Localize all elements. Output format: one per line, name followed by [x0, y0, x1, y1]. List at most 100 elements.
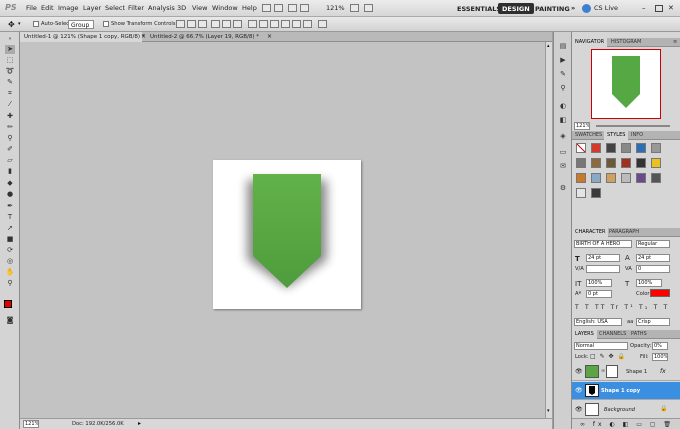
style-swatch[interactable] — [606, 143, 616, 153]
tab-character[interactable]: CHARACTER — [572, 228, 609, 237]
vertical-scale-field[interactable]: 100% — [586, 279, 612, 287]
auto-select-dropdown[interactable]: Group — [68, 20, 94, 29]
close-tab-2-icon[interactable]: × — [267, 33, 272, 40]
visibility-eye-icon[interactable]: 👁 — [575, 368, 583, 375]
menu-file[interactable]: File — [26, 4, 37, 12]
tab-untitled-1[interactable]: Untitled-1 @ 121% (Shape 1 copy, RGB/8) … — [20, 32, 145, 42]
antialias-dropdown[interactable]: Crisp — [636, 318, 670, 326]
menu-analysis[interactable]: Analysis — [148, 4, 175, 12]
blend-mode-dropdown[interactable]: Normal — [574, 342, 628, 350]
hand-tool-icon[interactable]: ✋ — [5, 268, 15, 277]
panel-menu-icon[interactable]: ≡ — [670, 38, 680, 47]
tool-preset-dropdown-icon[interactable]: ▾ — [18, 21, 21, 27]
font-size-field[interactable]: 24 pt — [586, 254, 620, 262]
menu-image[interactable]: Image — [58, 4, 78, 12]
distribute-hcenter-icon[interactable] — [292, 20, 301, 28]
view-extras-icon[interactable] — [288, 4, 297, 12]
history-brush-tool-icon[interactable]: ✐ — [5, 145, 15, 154]
tab-histogram[interactable]: HISTOGRAM — [608, 38, 644, 47]
font-family-dropdown[interactable]: BIRTH OF A HERO — [574, 240, 632, 248]
screen-mode-icon[interactable] — [364, 4, 373, 12]
menu-window[interactable]: Window — [212, 4, 238, 12]
gradient-tool-icon[interactable]: ▮ — [5, 167, 15, 176]
layer-row-selected[interactable]: 👁 Shape 1 copy — [572, 382, 680, 400]
menu-select[interactable]: Select — [105, 4, 125, 12]
style-swatch[interactable] — [606, 158, 616, 168]
style-swatch[interactable] — [576, 158, 586, 168]
move-tool-icon[interactable]: ✥ — [8, 20, 15, 29]
kerning-field[interactable] — [586, 265, 620, 273]
menu-edit[interactable]: Edit — [41, 4, 54, 12]
lasso-tool-icon[interactable]: ➰ — [5, 67, 15, 76]
fill-field[interactable]: 100% — [652, 353, 668, 361]
eyedropper-tool-icon[interactable]: ⁄ — [5, 100, 15, 109]
move-tool-icon[interactable]: ➤ — [5, 45, 15, 54]
layer-action-icons[interactable]: ∞ fx ◐ ◧ ▭ ▢ 🗑 — [580, 421, 674, 428]
launch-bridge-icon[interactable] — [262, 4, 271, 12]
navigator-zoom-field[interactable]: 121% — [574, 122, 590, 130]
language-dropdown[interactable]: English: USA — [574, 318, 622, 326]
style-swatch[interactable] — [651, 173, 661, 183]
tracking-field[interactable]: 0 — [636, 265, 670, 273]
tab-styles[interactable]: STYLES — [604, 131, 629, 140]
animation-panel-icon[interactable]: ▭ — [558, 148, 568, 157]
collapse-tools-icon[interactable]: « — [5, 35, 15, 44]
style-swatch[interactable] — [591, 188, 601, 198]
style-swatch[interactable] — [636, 143, 646, 153]
more-workspaces-icon[interactable]: » — [571, 4, 575, 12]
workspace-painting[interactable]: PAINTING — [531, 3, 574, 14]
visibility-eye-icon[interactable]: 👁 — [575, 406, 583, 413]
launch-mini-bridge-icon[interactable] — [274, 4, 283, 12]
brush-tool-icon[interactable]: ✏ — [5, 123, 15, 132]
zoom-tool-icon[interactable]: ⚲ — [5, 279, 15, 288]
zoom-level-menu[interactable]: 121% — [326, 4, 345, 12]
3d-orbit-tool-icon[interactable]: ◎ — [5, 257, 15, 266]
style-swatch[interactable] — [621, 173, 631, 183]
3d-panel-icon[interactable]: ◈ — [558, 132, 568, 141]
hand-tool-icon[interactable] — [300, 4, 309, 12]
clone-source-panel-icon[interactable]: ⚲ — [558, 84, 568, 93]
tab-paths[interactable]: PATHS — [628, 330, 650, 339]
style-swatch[interactable] — [591, 143, 601, 153]
navigator-preview[interactable] — [591, 49, 661, 119]
align-bottom-icon[interactable] — [198, 20, 207, 28]
opacity-field[interactable]: 0% — [652, 342, 668, 350]
ribbon-shape[interactable] — [213, 160, 361, 309]
auto-align-layers-icon[interactable] — [318, 20, 327, 28]
font-style-dropdown[interactable]: Regular — [636, 240, 670, 248]
style-swatch[interactable] — [636, 158, 646, 168]
actions-panel-icon[interactable]: ▶ — [558, 56, 568, 65]
adjustments-panel-icon[interactable]: ◐ — [558, 102, 568, 111]
lock-icons[interactable]: □ ✎ ✥ 🔒 — [590, 353, 626, 360]
eraser-tool-icon[interactable]: ▱ — [5, 156, 15, 165]
layer-row[interactable]: 👁 Background 🔒 — [572, 401, 680, 419]
align-top-icon[interactable] — [176, 20, 185, 28]
align-vcenter-icon[interactable] — [187, 20, 196, 28]
baseline-shift-field[interactable]: 0 pt — [586, 290, 612, 298]
tab-navigator[interactable]: NAVIGATOR — [572, 38, 608, 47]
pen-tool-icon[interactable]: ✒ — [5, 202, 15, 211]
menu-view[interactable]: View — [192, 4, 207, 12]
scroll-up-icon[interactable]: ▴ — [547, 43, 550, 49]
marquee-tool-icon[interactable]: ⬚ — [5, 56, 15, 65]
cs-live-button[interactable]: CS Live — [594, 4, 618, 12]
tool-presets-panel-icon[interactable]: ⚙ — [558, 184, 568, 193]
menu-layer[interactable]: Layer — [83, 4, 101, 12]
arrange-documents-icon[interactable] — [350, 4, 359, 12]
status-menu-icon[interactable]: ▸ — [138, 420, 141, 427]
fx-icon[interactable]: fx — [660, 368, 666, 375]
text-color-swatch[interactable] — [650, 289, 670, 297]
type-style-buttons[interactable]: T T TT Tr T¹ T₁ T T — [575, 304, 669, 311]
align-right-icon[interactable] — [233, 20, 242, 28]
tab-untitled-2[interactable]: Untitled-2 @ 66.7% (Layer 19, RGB/8) * — [146, 32, 270, 42]
align-hcenter-icon[interactable] — [222, 20, 231, 28]
foreground-color-swatch[interactable] — [4, 300, 12, 308]
tab-paragraph[interactable]: PARAGRAPH — [606, 228, 642, 237]
tab-layers[interactable]: LAYERS — [572, 330, 597, 339]
horizontal-scale-field[interactable]: 100% — [636, 279, 662, 287]
brushes-panel-icon[interactable]: ✎ — [558, 70, 568, 79]
align-left-icon[interactable] — [211, 20, 220, 28]
status-zoom-field[interactable]: 121% — [23, 420, 39, 428]
path-selection-tool-icon[interactable]: ➚ — [5, 224, 15, 233]
quick-selection-tool-icon[interactable]: ✎ — [5, 78, 15, 87]
